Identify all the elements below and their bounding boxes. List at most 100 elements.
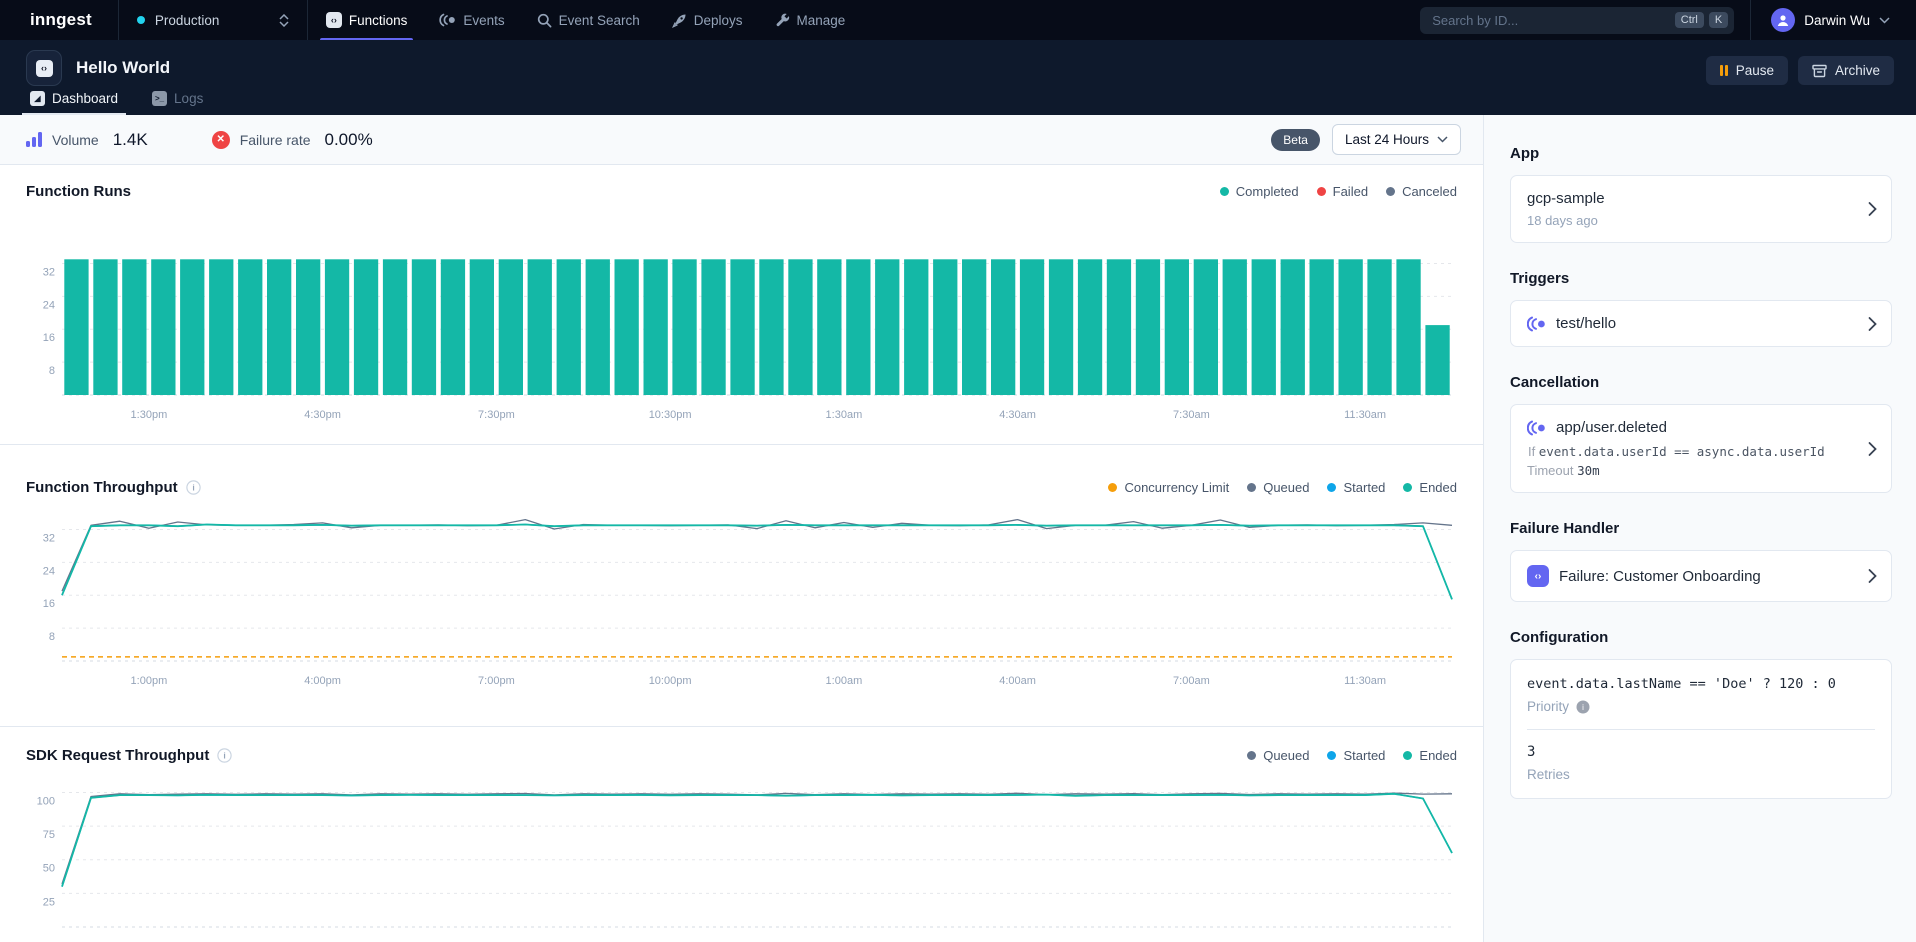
- search-input[interactable]: [1432, 13, 1670, 28]
- cancellation-condition: If event.data.userId == async.data.userI…: [1528, 444, 1875, 459]
- primary-nav: ‹› Functions Events Event Search Deploy: [310, 0, 861, 40]
- svg-text:16: 16: [43, 332, 55, 344]
- archive-button[interactable]: Archive: [1798, 56, 1894, 85]
- legend-item: Canceled: [1386, 184, 1457, 199]
- function-throughput-chart[interactable]: 81624321:00pm4:00pm7:00pm10:00pm1:00am4:…: [26, 503, 1457, 699]
- kbd-k: K: [1709, 12, 1728, 28]
- svg-text:24: 24: [43, 299, 55, 311]
- page: inngest Production ‹› Functions Events: [0, 0, 1916, 942]
- svg-text:i: i: [192, 482, 194, 492]
- section-heading: Cancellation: [1510, 374, 1892, 391]
- failure-handler-card[interactable]: ‹› Failure: Customer Onboarding: [1510, 550, 1892, 602]
- main-panel: Volume 1.4K ✕ Failure rate 0.00% Beta La…: [0, 115, 1484, 942]
- priority-expression: event.data.lastName == 'Doe' ? 120 : 0: [1527, 676, 1875, 692]
- svg-text:50: 50: [43, 863, 55, 875]
- inngest-logo: inngest: [30, 10, 92, 30]
- svg-text:4:30am: 4:30am: [999, 409, 1036, 421]
- pause-label: Pause: [1736, 63, 1774, 78]
- avatar: [1771, 8, 1795, 32]
- svg-text:8: 8: [49, 365, 55, 377]
- rocket-icon: [672, 13, 687, 28]
- info-icon: i: [186, 480, 201, 495]
- svg-text:8: 8: [49, 631, 55, 643]
- nav-tab-label: Deploys: [694, 13, 743, 28]
- info-icon: i: [217, 748, 232, 763]
- timeout-value: 30m: [1577, 463, 1600, 478]
- nav-tab-manage[interactable]: Manage: [759, 0, 862, 40]
- stats-bar: Volume 1.4K ✕ Failure rate 0.00% Beta La…: [0, 115, 1483, 165]
- volume-value: 1.4K: [113, 130, 148, 150]
- divider: [1527, 729, 1875, 730]
- nav-tab-events[interactable]: Events: [423, 0, 520, 40]
- terminal-icon: >_: [152, 91, 167, 106]
- chevron-down-icon: [1437, 136, 1448, 143]
- info-icon: i: [1576, 700, 1590, 714]
- nav-tab-label: Manage: [797, 13, 846, 28]
- environment-switcher[interactable]: Production: [118, 0, 308, 40]
- svg-text:i: i: [224, 750, 226, 760]
- app-card[interactable]: gcp-sample 18 days ago: [1510, 175, 1892, 243]
- logo-cell: inngest: [0, 0, 118, 40]
- svg-text:10:30pm: 10:30pm: [649, 409, 692, 421]
- triggers-section: Triggers test/hello: [1510, 270, 1892, 347]
- svg-text:7:00am: 7:00am: [1173, 675, 1210, 687]
- nav-tab-event-search[interactable]: Event Search: [521, 0, 656, 40]
- details-sidebar: App gcp-sample 18 days ago Triggers test…: [1484, 115, 1916, 942]
- nav-tab-deploys[interactable]: Deploys: [656, 0, 759, 40]
- legend-dot: [1108, 483, 1117, 492]
- nav-tab-label: Event Search: [559, 13, 640, 28]
- svg-text:16: 16: [43, 598, 55, 610]
- function-runs-chart[interactable]: 81624321:30pm4:30pm7:30pm10:30pm1:30am4:…: [26, 237, 1457, 433]
- svg-text:32: 32: [43, 532, 55, 544]
- retries-label: Retries: [1527, 767, 1875, 782]
- configuration-section: Configuration event.data.lastName == 'Do…: [1510, 629, 1892, 799]
- svg-text:4:30pm: 4:30pm: [304, 409, 341, 421]
- svg-text:4:00pm: 4:00pm: [304, 675, 341, 687]
- legend-item: Ended: [1403, 748, 1457, 763]
- if-expression: event.data.userId == async.data.userId: [1539, 444, 1825, 459]
- cancellation-timeout: Timeout 30m: [1527, 463, 1875, 478]
- wrench-icon: [775, 13, 790, 28]
- chevron-right-icon: [1868, 441, 1877, 456]
- svg-text:1:30am: 1:30am: [826, 409, 863, 421]
- cancellation-card[interactable]: app/user.deleted If event.data.userId ==…: [1510, 404, 1892, 493]
- svg-text:7:30pm: 7:30pm: [478, 409, 515, 421]
- top-navbar: inngest Production ‹› Functions Events: [0, 0, 1916, 40]
- svg-text:100: 100: [37, 795, 55, 807]
- legend-item: Ended: [1403, 480, 1457, 495]
- section-heading: Failure Handler: [1510, 520, 1892, 537]
- event-icon: [1527, 316, 1546, 332]
- user-menu[interactable]: Darwin Wu: [1750, 0, 1916, 40]
- tab-logs[interactable]: >_ Logs: [140, 83, 215, 115]
- retries-value: 3: [1527, 744, 1875, 760]
- content: Volume 1.4K ✕ Failure rate 0.00% Beta La…: [0, 115, 1916, 942]
- function-tabs: ◢ Dashboard >_ Logs: [0, 83, 233, 115]
- trigger-card[interactable]: test/hello: [1510, 300, 1892, 347]
- svg-text:i: i: [1582, 703, 1584, 712]
- cancellation-section: Cancellation app/user.deleted If event.d…: [1510, 374, 1892, 493]
- legend-dot: [1317, 187, 1326, 196]
- function-icon: ‹›: [26, 50, 62, 86]
- priority-label-row: Priority i: [1527, 699, 1875, 714]
- chart-title: Function Runs: [26, 183, 131, 200]
- legend-item: Concurrency Limit: [1108, 480, 1229, 495]
- legend-dot: [1327, 483, 1336, 492]
- time-range-value: Last 24 Hours: [1345, 132, 1429, 147]
- failure-handler-section: Failure Handler ‹› Failure: Customer Onb…: [1510, 520, 1892, 602]
- volume-stat: Volume 1.4K: [26, 130, 148, 150]
- tab-dashboard[interactable]: ◢ Dashboard: [18, 83, 130, 115]
- nav-tab-label: Functions: [349, 13, 408, 28]
- code-icon: ‹›: [36, 60, 53, 77]
- function-title-row: ‹› Hello World: [0, 40, 1916, 86]
- function-header: ‹› Hello World ◢ Dashboard >_ Logs Pause…: [0, 40, 1916, 115]
- svg-text:10:00pm: 10:00pm: [649, 675, 692, 687]
- time-range-select[interactable]: Last 24 Hours: [1332, 124, 1461, 155]
- archive-icon: [1812, 64, 1827, 78]
- nav-tab-functions[interactable]: ‹› Functions: [310, 0, 424, 40]
- event-icon: [1527, 420, 1546, 436]
- configuration-card: event.data.lastName == 'Doe' ? 120 : 0 P…: [1510, 659, 1892, 799]
- error-icon: ✕: [212, 131, 230, 149]
- chart-legend: Concurrency LimitQueuedStartedEnded: [1108, 480, 1457, 495]
- sdk-request-throughput-chart[interactable]: 2550751001:00pm4:00pm7:00pm10:00pm1:00am…: [26, 769, 1457, 942]
- pause-button[interactable]: Pause: [1706, 56, 1788, 85]
